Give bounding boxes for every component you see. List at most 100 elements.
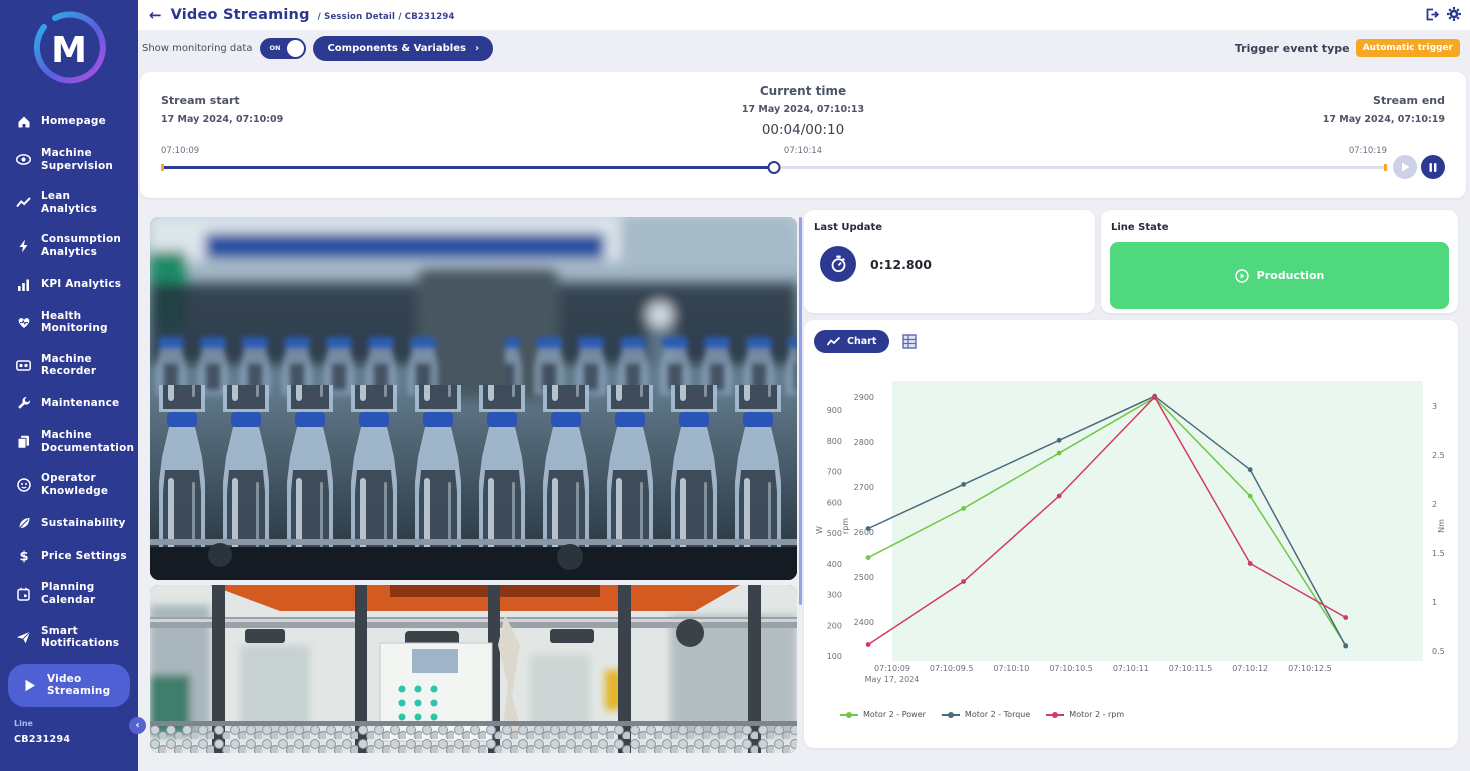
cassette-icon xyxy=(16,358,31,373)
svg-text:2900: 2900 xyxy=(854,393,874,402)
stream-progress: 00:04/00:10 xyxy=(140,122,1466,138)
table-view-button[interactable] xyxy=(902,334,917,349)
svg-text:2.5: 2.5 xyxy=(1432,451,1445,460)
svg-text:W: W xyxy=(815,526,824,534)
chart-card: Chart 1002003004005006007008009002400250… xyxy=(804,320,1458,748)
gear-icon[interactable] xyxy=(1447,6,1461,25)
chevron-left-icon: ‹ xyxy=(135,720,139,731)
svg-text:2800: 2800 xyxy=(854,438,874,447)
sidebar-collapse-button[interactable]: ‹ xyxy=(129,717,146,734)
sidebar-item-video-streaming[interactable]: Video Streaming xyxy=(8,664,130,707)
stream-end-label: Stream end xyxy=(1323,94,1445,107)
sidebar-item-lean-analytics[interactable]: Lean Analytics xyxy=(0,182,138,223)
sidebar-item-price-settings[interactable]: $Price Settings xyxy=(0,540,138,571)
legend-item-torque[interactable]: Motor 2 - Torque xyxy=(942,710,1030,719)
pause-button[interactable] xyxy=(1421,155,1445,179)
timeline: 07:10:09 07:10:14 07:10:19 xyxy=(161,144,1445,190)
legend-item-power[interactable]: Motor 2 - Power xyxy=(840,710,926,719)
timeline-track[interactable] xyxy=(161,166,1387,169)
home-icon xyxy=(16,114,31,129)
eye-icon xyxy=(16,152,31,167)
stream-card: Stream start 17 May 2024, 07:10:09 Curre… xyxy=(140,72,1466,198)
chart-legend: Motor 2 - Power Motor 2 - Torque Motor 2… xyxy=(840,710,1124,719)
legend-label-power: Motor 2 - Power xyxy=(863,710,926,719)
timeline-current-label: 07:10:14 xyxy=(784,146,822,156)
back-button[interactable]: ← xyxy=(149,6,162,24)
panel-scrollbar[interactable] xyxy=(799,217,802,605)
chart-button-label: Chart xyxy=(847,336,876,347)
sidebar-item-planning-calendar[interactable]: Planning Calendar xyxy=(0,573,138,614)
sidebar-item-homepage[interactable]: Homepage xyxy=(0,106,138,137)
sidebar-item-sustainability[interactable]: Sustainability xyxy=(0,507,138,538)
svg-text:2400: 2400 xyxy=(854,618,874,627)
motor-line-chart[interactable]: 1002003004005006007008009002400250026002… xyxy=(812,368,1452,698)
timeline-fill xyxy=(161,166,774,169)
svg-text:600: 600 xyxy=(827,498,842,507)
video-stream-frame-2[interactable] xyxy=(150,585,797,753)
last-update-card: Last Update 0:12.800 xyxy=(804,210,1095,313)
app-logo: M xyxy=(0,0,138,88)
svg-text:2: 2 xyxy=(1432,500,1437,509)
play-icon xyxy=(1401,162,1410,172)
wrench-icon xyxy=(16,396,31,411)
chart-view-button[interactable]: Chart xyxy=(814,330,889,353)
sidebar-item-machine-recorder[interactable]: Machine Recorder xyxy=(0,345,138,386)
svg-text:100: 100 xyxy=(827,652,842,661)
line-state-value: Production xyxy=(1257,269,1325,282)
sidebar-item-operator-knowledge[interactable]: Operator Knowledge xyxy=(0,464,138,505)
sidebar-item-health-monitoring[interactable]: Health Monitoring xyxy=(0,302,138,343)
share-export-icon[interactable] xyxy=(1425,6,1439,25)
last-update-value: 0:12.800 xyxy=(870,257,932,272)
breadcrumb-id: / CB231294 xyxy=(398,12,454,22)
svg-text:500: 500 xyxy=(827,529,842,538)
sidebar-item-machine-documentation[interactable]: Machine Documentation xyxy=(0,421,138,462)
svg-text:1.5: 1.5 xyxy=(1432,549,1445,558)
knowledge-icon xyxy=(16,477,31,492)
line-value: CB231294 xyxy=(14,734,138,745)
sidebar-item-kpi-analytics[interactable]: KPI Analytics xyxy=(0,269,138,300)
sidebar-item-consumption-analytics[interactable]: Consumption Analytics xyxy=(0,225,138,266)
play-circle-icon xyxy=(1235,269,1249,283)
sidebar-item-maintenance[interactable]: Maintenance xyxy=(0,388,138,419)
video-stream-frame-1[interactable] xyxy=(150,217,797,580)
line-state-card: Line State Production xyxy=(1101,210,1458,313)
svg-text:300: 300 xyxy=(827,591,842,600)
table-icon xyxy=(902,334,917,349)
svg-text:07:10:10.5: 07:10:10.5 xyxy=(1049,664,1093,673)
line-state-banner: Production xyxy=(1110,242,1449,309)
svg-text:Nm: Nm xyxy=(1437,519,1446,533)
current-time-label: Current time xyxy=(140,84,1466,98)
legend-item-rpm[interactable]: Motor 2 - rpm xyxy=(1046,710,1124,719)
trend-icon xyxy=(16,195,31,210)
sidebar-line-block: Line CB231294 xyxy=(14,719,138,745)
svg-text:200: 200 xyxy=(827,621,842,630)
trigger-event-type-label: Trigger event type xyxy=(1235,42,1350,55)
legend-marker-rpm xyxy=(1046,714,1064,716)
line-state-title: Line State xyxy=(1111,222,1458,233)
timeline-handle[interactable] xyxy=(768,161,781,174)
controls-row: Show monitoring data ON Components & Var… xyxy=(142,33,1460,63)
monitoring-toggle[interactable]: ON xyxy=(260,38,306,59)
timeline-start-label: 07:10:09 xyxy=(161,146,199,156)
play-button[interactable] xyxy=(1393,155,1417,179)
stopwatch-icon xyxy=(820,246,856,282)
logo-letter: M xyxy=(51,30,87,71)
bolt-icon xyxy=(16,238,31,253)
calendar-icon xyxy=(16,586,31,601)
sidebar-item-smart-notifications[interactable]: Smart Notifications xyxy=(0,617,138,658)
toggle-state-label: ON xyxy=(269,44,280,52)
sidebar-item-machine-supervision[interactable]: Machine Supervision xyxy=(0,139,138,180)
page-title: Video Streaming xyxy=(171,7,310,23)
bars-icon xyxy=(16,277,31,292)
toggle-knob xyxy=(287,40,304,57)
svg-text:700: 700 xyxy=(827,468,842,477)
main-area: ← Video Streaming / Session Detail / CB2… xyxy=(138,0,1470,771)
sidebar-nav: HomepageMachine SupervisionLean Analytic… xyxy=(0,106,138,709)
legend-marker-torque xyxy=(942,714,960,716)
svg-text:07:10:12.5: 07:10:12.5 xyxy=(1288,664,1332,673)
show-monitoring-label: Show monitoring data xyxy=(142,43,252,54)
docs-icon xyxy=(16,434,31,449)
svg-text:07:10:09: 07:10:09 xyxy=(874,664,910,673)
automatic-trigger-badge: Automatic trigger xyxy=(1356,39,1460,57)
components-variables-button[interactable]: Components & Variables › xyxy=(313,36,493,61)
